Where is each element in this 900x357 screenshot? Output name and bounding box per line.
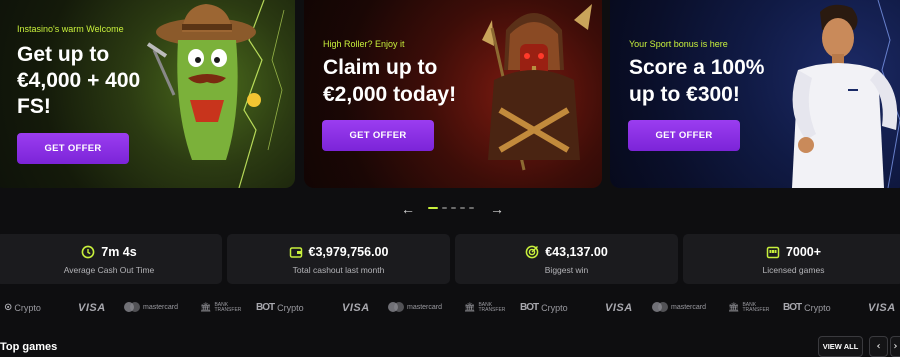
stat-label: Average Cash Out Time bbox=[63, 265, 155, 275]
promo-card-sport[interactable]: Your Sport bonus is here Score a 100% up… bbox=[610, 0, 900, 188]
crypto-bot-logo: BOT bbox=[783, 302, 802, 313]
bank-label-line2: TRANSFER bbox=[478, 306, 506, 313]
chevron-left-icon[interactable]: ‹ bbox=[869, 336, 888, 357]
carousel-dot[interactable] bbox=[460, 207, 465, 209]
mastercard-icon bbox=[124, 302, 140, 312]
stat-licensed-games: 7000+ Licensed games bbox=[683, 234, 900, 284]
carousel-dot[interactable] bbox=[451, 207, 456, 209]
get-offer-button[interactable]: GET OFFER bbox=[17, 133, 129, 164]
crypto-bot-logo: BOT bbox=[520, 302, 539, 313]
carousel-dot[interactable] bbox=[442, 207, 447, 209]
crypto-label: Crypto bbox=[277, 302, 304, 313]
chevron-left-icon[interactable]: ← bbox=[400, 201, 416, 217]
bank-icon: 🏛 bbox=[464, 302, 476, 312]
bank-icon: 🏛 bbox=[728, 302, 740, 312]
visa-logo: VISA bbox=[605, 302, 633, 314]
get-offer-button[interactable]: GET OFFER bbox=[628, 120, 740, 151]
promo-eyebrow: High Roller? Enjoy it bbox=[323, 39, 405, 49]
visa-logo: VISA bbox=[78, 302, 106, 314]
crypto-logo: BOT Crypto bbox=[256, 302, 304, 313]
promo-card-welcome[interactable]: Instasino's warm Welcome Get up to €4,00… bbox=[0, 0, 295, 188]
stat-value: €3,979,756.00 bbox=[308, 245, 389, 259]
crypto-logo: ⊙ Crypto bbox=[4, 302, 41, 313]
stat-label: Total cashout last month bbox=[292, 265, 385, 275]
crypto-label: Crypto bbox=[804, 302, 831, 313]
visa-logo: VISA bbox=[868, 302, 896, 314]
footballer-illustration bbox=[792, 0, 900, 188]
crypto-logo: BOT Crypto bbox=[783, 302, 831, 313]
crypto-logo: BOT Crypto bbox=[520, 302, 568, 313]
target-icon bbox=[525, 245, 539, 259]
slot-machine-icon bbox=[766, 246, 780, 259]
visa-logo: VISA bbox=[342, 302, 370, 314]
chevron-right-icon[interactable]: → bbox=[489, 201, 505, 217]
promo-headline-line1: Claim up to bbox=[323, 56, 438, 79]
mastercard-logo: mastercard bbox=[124, 302, 178, 312]
promo-headline-line1: Score a 100% bbox=[629, 56, 765, 79]
promo-headline-line1: Get up to bbox=[17, 43, 110, 66]
stat-value: 7000+ bbox=[785, 245, 822, 259]
visa-label: VISA bbox=[605, 302, 633, 314]
chevron-right-icon[interactable]: › bbox=[890, 336, 900, 357]
carousel-controls: ← → bbox=[0, 200, 900, 218]
promo-carousel: Instasino's warm Welcome Get up to €4,00… bbox=[0, 0, 900, 188]
pharaoh-illustration bbox=[482, 4, 592, 171]
bank-transfer-logo: 🏛 BANK TRANSFER bbox=[464, 302, 505, 313]
carousel-dot[interactable] bbox=[469, 207, 474, 209]
promo-headline-line3: FS! bbox=[17, 95, 51, 118]
promo-eyebrow: Your Sport bonus is here bbox=[629, 39, 728, 49]
mastercard-logo: mastercard bbox=[388, 302, 442, 312]
promo-headline-line2: up to €300! bbox=[629, 83, 740, 106]
promo-card-high-roller[interactable]: High Roller? Enjoy it Claim up to €2,000… bbox=[304, 0, 602, 188]
promo-headline-line2: €4,000 + 400 bbox=[17, 69, 141, 92]
mastercard-icon bbox=[652, 302, 668, 312]
stat-value: 7m 4s bbox=[101, 245, 137, 259]
bank-label-line2: TRANSFER bbox=[742, 306, 770, 313]
visa-label: VISA bbox=[78, 302, 106, 314]
mastercard-label: mastercard bbox=[407, 303, 443, 311]
stat-biggest-win: €43,137.00 Biggest win bbox=[455, 234, 678, 284]
visa-label: VISA bbox=[868, 302, 896, 314]
carousel-dot-active[interactable] bbox=[428, 207, 438, 209]
stat-cashout-time: 7m 4s Average Cash Out Time bbox=[0, 234, 222, 284]
bank-label-line2: TRANSFER bbox=[214, 306, 242, 313]
wallet-icon bbox=[289, 247, 302, 258]
get-offer-button[interactable]: GET OFFER bbox=[322, 120, 434, 151]
clock-icon bbox=[81, 245, 95, 259]
crypto-mark-icon: ⊙ bbox=[4, 302, 12, 313]
crypto-label: Crypto bbox=[541, 302, 568, 313]
payment-methods-strip: ⊙ Crypto VISA mastercard 🏛 BANK TRANSFER … bbox=[0, 300, 900, 318]
crypto-bot-logo: BOT bbox=[256, 302, 275, 313]
promo-eyebrow: Instasino's warm Welcome bbox=[17, 24, 124, 34]
promo-headline-line2: €2,000 today! bbox=[323, 83, 457, 106]
carousel-dots bbox=[428, 207, 474, 209]
crypto-label: Crypto bbox=[14, 302, 41, 313]
stat-total-cashout: €3,979,756.00 Total cashout last month bbox=[227, 234, 450, 284]
mastercard-label: mastercard bbox=[671, 303, 707, 311]
visa-label: VISA bbox=[342, 302, 370, 314]
cactus-cowboy-illustration bbox=[146, 0, 285, 188]
mastercard-icon bbox=[388, 302, 404, 312]
view-all-button[interactable]: VIEW ALL bbox=[818, 336, 863, 357]
mastercard-logo: mastercard bbox=[652, 302, 706, 312]
stat-value: €43,137.00 bbox=[545, 245, 608, 259]
bank-icon: 🏛 bbox=[200, 302, 212, 312]
section-title-top-games: Top games bbox=[0, 341, 58, 353]
bank-transfer-logo: 🏛 BANK TRANSFER bbox=[728, 302, 769, 313]
stat-label: Licensed games bbox=[762, 265, 825, 275]
stat-label: Biggest win bbox=[544, 265, 589, 275]
mastercard-label: mastercard bbox=[143, 303, 179, 311]
bank-transfer-logo: 🏛 BANK TRANSFER bbox=[200, 302, 241, 313]
